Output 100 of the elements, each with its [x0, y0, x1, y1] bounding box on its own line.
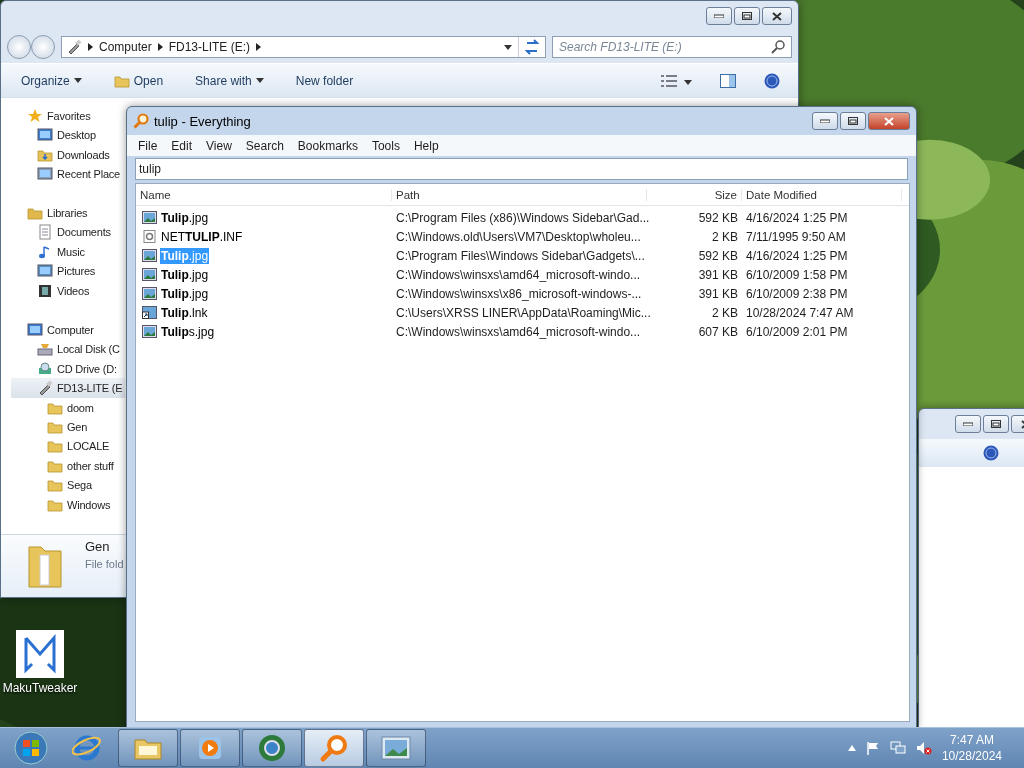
- menu-item[interactable]: Edit: [164, 138, 200, 153]
- window-title: tulip - Everything: [154, 113, 252, 129]
- navigation-item[interactable]: Sega: [11, 475, 125, 496]
- taskbar-button[interactable]: [366, 729, 426, 767]
- column-header[interactable]: Date Modified: [742, 188, 902, 201]
- navigation-item[interactable]: Desktop: [11, 125, 125, 145]
- preview-pane-icon[interactable]: [720, 73, 736, 88]
- navigation-item[interactable]: Windows: [11, 495, 125, 515]
- file-name[interactable]: Tulip.jpg: [160, 209, 210, 226]
- navigation-item[interactable]: Music: [11, 242, 125, 262]
- size-cell-text: 592 KB: [697, 248, 739, 263]
- settings-file-icon: [142, 230, 157, 243]
- file-name[interactable]: Tulips.jpg: [160, 323, 216, 340]
- magnifier-icon: [133, 113, 149, 129]
- taskbar-button[interactable]: [180, 729, 240, 767]
- search-field[interactable]: tulip: [135, 158, 908, 180]
- forward-button[interactable]: [31, 35, 55, 59]
- size-cell-text: 592 KB: [697, 210, 739, 225]
- file-name[interactable]: Tulip.jpg: [160, 266, 210, 283]
- maximize-button[interactable]: [983, 415, 1009, 433]
- breadcrumb[interactable]: FD13-LITE (E:): [168, 40, 251, 54]
- column-header[interactable]: Path: [392, 188, 647, 201]
- desktop-shortcut[interactable]: MakuTweaker: [0, 630, 80, 695]
- chevron-icon: [88, 43, 93, 51]
- date-cell-text: 7/11/1995 9:50 AM: [745, 229, 847, 244]
- menu-item[interactable]: Search: [238, 138, 291, 153]
- toolbar-button[interactable]: Share with: [193, 71, 266, 90]
- file-name[interactable]: Tulip.lnk: [160, 304, 209, 321]
- speaker-muted-icon[interactable]: [915, 741, 932, 755]
- breadcrumb[interactable]: Computer: [99, 40, 152, 54]
- navigation-item[interactable]: Libraries: [11, 203, 125, 223]
- network-icon[interactable]: [889, 741, 906, 755]
- navigation-item[interactable]: Gen: [11, 417, 125, 437]
- menu-item[interactable]: Help: [406, 138, 446, 153]
- minimize-button[interactable]: [706, 7, 732, 25]
- navigation-item[interactable]: Computer: [11, 320, 125, 340]
- date-cell-text: 6/10/2009 2:38 PM: [745, 286, 849, 301]
- close-button[interactable]: [762, 7, 792, 25]
- maximize-icon: [742, 12, 752, 20]
- maximize-button[interactable]: [734, 7, 760, 25]
- menu-item[interactable]: Bookmarks: [290, 138, 365, 153]
- size-cell-text: 607 KB: [697, 324, 739, 339]
- back-button[interactable]: [7, 35, 31, 59]
- path-cell-text: C:\Windows.old\Users\VM7\Desktop\wholeu...: [395, 229, 642, 244]
- toolbar-button[interactable]: Open: [111, 70, 166, 91]
- date-cell-text: 4/16/2024 1:25 PM: [745, 210, 849, 225]
- navigation-item[interactable]: FD13-LITE (E: [11, 378, 125, 398]
- magnifier-icon: [319, 733, 349, 763]
- app-logo-icon: [16, 630, 64, 678]
- navigation-item[interactable]: Videos: [11, 281, 125, 301]
- menu-item[interactable]: Tools: [364, 138, 407, 153]
- help-icon[interactable]: [764, 72, 780, 89]
- minimize-icon: [714, 14, 724, 18]
- navigation-item[interactable]: Downloads: [11, 144, 125, 165]
- minimize-button[interactable]: [812, 112, 838, 130]
- size-cell-text: 2 KB: [711, 229, 739, 244]
- chevron-icon: [256, 43, 262, 51]
- toolbar-button[interactable]: New folder: [293, 71, 356, 90]
- library-icon: [27, 205, 43, 221]
- navigation-item[interactable]: Recent Place: [11, 164, 125, 184]
- browser-icon: [72, 733, 102, 763]
- menu-item[interactable]: File: [131, 138, 165, 153]
- star-icon: [27, 107, 43, 124]
- caret-icon: [684, 79, 692, 85]
- navigation-item[interactable]: LOCALE: [11, 436, 125, 457]
- videos-icon: [37, 282, 53, 299]
- navigation-item[interactable]: other stuff: [11, 456, 125, 476]
- navigation-item[interactable]: Favorites: [11, 106, 125, 126]
- caret-icon: [255, 78, 264, 83]
- folder-icon: [47, 477, 63, 494]
- flag-icon[interactable]: [865, 741, 880, 755]
- taskbar-button[interactable]: [242, 729, 302, 767]
- address-bar[interactable]: Computer FD13-LITE (E:): [61, 36, 546, 58]
- size-cell-text: 391 KB: [697, 267, 739, 282]
- navigation-item[interactable]: Local Disk (C: [11, 339, 125, 359]
- toolbar-button[interactable]: Organize: [19, 71, 84, 90]
- file-name[interactable]: Tulip.jpg: [160, 285, 210, 302]
- computer-icon: [27, 321, 43, 338]
- show-hidden-icons-icon[interactable]: [847, 745, 856, 751]
- menu-item[interactable]: View: [199, 138, 239, 153]
- navigation-item[interactable]: CD Drive (D:: [11, 358, 125, 379]
- search-field[interactable]: Search FD13-LITE (E:): [552, 36, 792, 58]
- navigation-item[interactable]: Pictures: [11, 261, 125, 282]
- close-icon: [772, 11, 782, 21]
- help-icon[interactable]: [983, 445, 999, 461]
- minimize-button[interactable]: [955, 415, 981, 433]
- taskbar-button[interactable]: [118, 729, 178, 767]
- taskbar-button[interactable]: [304, 729, 364, 767]
- navigation-item[interactable]: doom: [11, 397, 125, 418]
- column-header[interactable]: Name: [136, 188, 392, 201]
- column-header[interactable]: Size: [647, 188, 742, 201]
- date-cell-text: 6/10/2009 1:58 PM: [745, 267, 849, 282]
- path-cell-text: C:\Program Files (x86)\Windows Sidebar\Gad...: [395, 210, 647, 225]
- folder-icon: [47, 438, 63, 455]
- navigation-item[interactable]: Documents: [11, 222, 125, 243]
- view-options-icon[interactable]: [660, 73, 678, 88]
- maximize-button[interactable]: [840, 112, 866, 130]
- minimize-icon: [963, 422, 973, 426]
- file-name[interactable]: NETTULIP.INF: [160, 228, 244, 245]
- cd-icon: [37, 360, 53, 377]
